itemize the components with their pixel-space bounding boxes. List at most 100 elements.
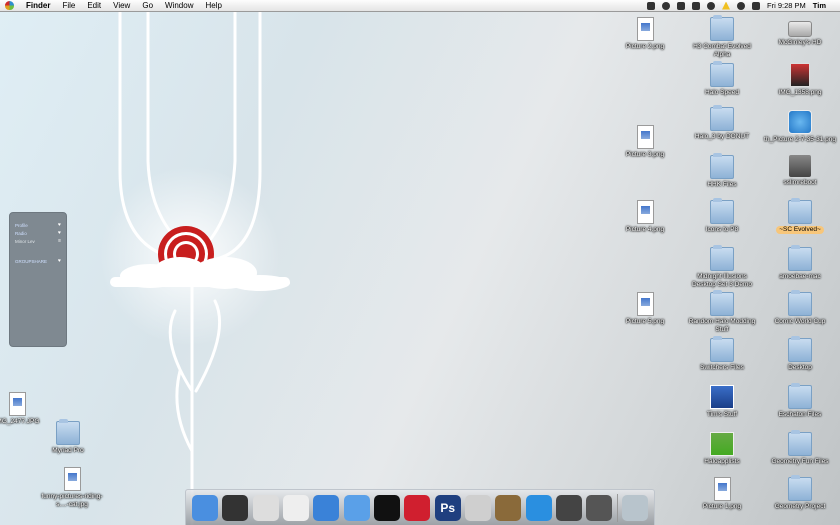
safari-icon[interactable] [313, 494, 340, 521]
desktop-icon[interactable]: Halo Speed [690, 61, 754, 97]
menu-extra-icon[interactable] [677, 1, 686, 10]
options-icon[interactable]: ≡ [58, 238, 61, 244]
widget-row-label: Profile [15, 222, 28, 228]
skype-icon[interactable] [525, 494, 552, 521]
desktop-icon[interactable]: Icons to P8 [690, 198, 754, 234]
file-icon [788, 110, 812, 134]
desktop-icon[interactable]: th_Picture 2-7-35-31.png [764, 110, 836, 144]
desktop-icon[interactable]: Random Halo Modding Stuff [689, 290, 755, 333]
folder-icon [710, 290, 734, 316]
desktop-icon[interactable]: Desktop [768, 336, 832, 372]
desktop-icon[interactable]: amoebae-mac [768, 245, 832, 281]
file-icon [790, 63, 810, 87]
heart-icon[interactable]: ♥ [58, 222, 61, 228]
folder-icon [788, 475, 812, 501]
dvd-icon[interactable] [586, 494, 613, 521]
widget-row[interactable]: Radio ♥ [10, 229, 66, 237]
desktop-icon-label: Random Halo Modding Stuff [688, 318, 756, 333]
widget-row-label: GROUPSHARE [15, 258, 48, 264]
folder-icon [788, 430, 812, 456]
desktop-icon-label: IMG_1358.png [778, 89, 822, 96]
dashboard-icon[interactable] [222, 494, 249, 521]
desktop-icon[interactable]: Halo_3 by DONUT [690, 105, 754, 141]
desktop-icon[interactable]: Picture 3.png [613, 125, 677, 159]
menu-file[interactable]: File [62, 0, 75, 11]
folder-icon [788, 198, 812, 224]
file-icon [710, 385, 734, 409]
desktop-icon[interactable]: Picture 4.png [613, 200, 677, 234]
menu-extra-icon[interactable] [647, 1, 656, 10]
desktop-icon[interactable]: Haloapplists [690, 432, 754, 466]
desktop-icon[interactable]: Picture 2.png [613, 17, 677, 51]
menu-extra-icon[interactable] [707, 1, 716, 10]
desktop-icon-label: Desktop [788, 364, 812, 371]
speaker-icon[interactable] [374, 494, 401, 521]
desktop-icon[interactable]: Tim's Stuff [690, 385, 754, 419]
desktop-icon[interactable]: Eschaton Files [768, 383, 832, 419]
desktop-icon[interactable]: Comic World Cup [768, 290, 832, 326]
desktop-icon-label: ~SC Evolved~ [776, 226, 824, 234]
menu-bar: Finder File Edit View Go Window Help Fri… [0, 0, 840, 12]
desktop-icon-label: Geometry Fun Files [771, 458, 829, 465]
dashboard-widget[interactable]: Profile ♥ Radio ♥ Minor Lev ≡ GROUPSHARE ♥ [9, 212, 67, 347]
desktop-icon-label: McGinley's HD [778, 39, 822, 46]
menu-edit[interactable]: Edit [87, 0, 101, 11]
adium-duck-icon[interactable] [555, 494, 582, 521]
menu-view[interactable]: View [113, 0, 130, 11]
folder-icon [710, 61, 734, 87]
desktop-icon-label: Comic World Cup [774, 318, 826, 325]
widget-row-label: Minor Lev [15, 238, 35, 244]
textedit-icon[interactable] [283, 494, 310, 521]
folder-icon [710, 153, 734, 179]
desktop-icon[interactable]: Midnight Illusions Desktop Set 3 Demo [690, 245, 754, 288]
desktop-icon-label: sslimreboot [783, 179, 817, 186]
desktop-icon[interactable]: McGinley's HD [768, 17, 832, 47]
desktop-icon[interactable]: Geometry Project [768, 475, 832, 511]
widget-row[interactable]: GROUPSHARE ♥ [10, 257, 66, 265]
desktop-icon-label: Picture 3.png [625, 151, 665, 158]
desktop-icon-label: Midnight Illusions Desktop Set 3 Demo [692, 273, 752, 288]
clock[interactable]: Fri 9:28 PM [767, 1, 806, 10]
menu-go[interactable]: Go [142, 0, 153, 11]
desktop-icon[interactable]: ~SC Evolved~ [768, 198, 832, 234]
iphoto-icon[interactable] [495, 494, 522, 521]
folder-icon [710, 105, 734, 131]
menu-finder[interactable]: Finder [26, 0, 50, 11]
warning-icon[interactable] [722, 1, 731, 10]
desktop-icon-label: HHK Files [707, 181, 737, 188]
dock: Ps [185, 489, 655, 525]
phone-icon[interactable] [737, 1, 746, 10]
desktop-icon[interactable]: Picture 5.png [613, 292, 677, 326]
finder-icon[interactable] [192, 494, 219, 521]
desktop-icon-label: H3 Combat Evolved Alpha [693, 43, 751, 58]
widget-row[interactable]: Minor Lev ≡ [10, 237, 66, 245]
menu-extra-icon[interactable] [662, 1, 671, 10]
desktop-icon[interactable]: Geometry Fun Files [768, 430, 832, 466]
desktop-icon-label: th_Picture 2-7-35-31.png [764, 136, 836, 143]
lastfm-icon[interactable] [404, 494, 431, 521]
heart-icon[interactable]: ♥ [58, 258, 61, 264]
desktop-icon[interactable]: H3 Combat Evolved Alpha [690, 15, 754, 58]
trash-icon[interactable] [621, 494, 648, 521]
menu-extra-icon[interactable] [692, 1, 701, 10]
desktop-icon[interactable]: Myriad Pro [36, 419, 100, 455]
adium-icon[interactable] [343, 494, 370, 521]
menu-help[interactable]: Help [205, 0, 221, 11]
apple-menu-icon[interactable] [4, 0, 16, 11]
desktop-icon[interactable]: IMG_1358.png [768, 63, 832, 97]
photoshop-icon[interactable]: Ps [434, 494, 461, 521]
heart-icon[interactable]: ♥ [58, 230, 61, 236]
desktop-icon[interactable]: sslimreboot [768, 155, 832, 187]
desktop-icon[interactable]: HHK Files [690, 153, 754, 189]
desktop-icon[interactable]: Picture 1.png [690, 477, 754, 511]
user-menu[interactable]: Tim [813, 1, 826, 10]
desktop-icon[interactable]: funny-pictures-riding-s....-cat.jpg [40, 467, 104, 508]
menu-extras: Fri 9:28 PM Tim [647, 1, 840, 10]
desktop-icon[interactable]: Switchers Files [690, 336, 754, 372]
ichat-icon[interactable] [464, 494, 491, 521]
widget-row[interactable]: Profile ♥ [10, 221, 66, 229]
volume-icon[interactable] [752, 1, 761, 10]
file-icon [710, 432, 734, 456]
menu-window[interactable]: Window [165, 0, 193, 11]
mail-icon[interactable] [252, 494, 279, 521]
